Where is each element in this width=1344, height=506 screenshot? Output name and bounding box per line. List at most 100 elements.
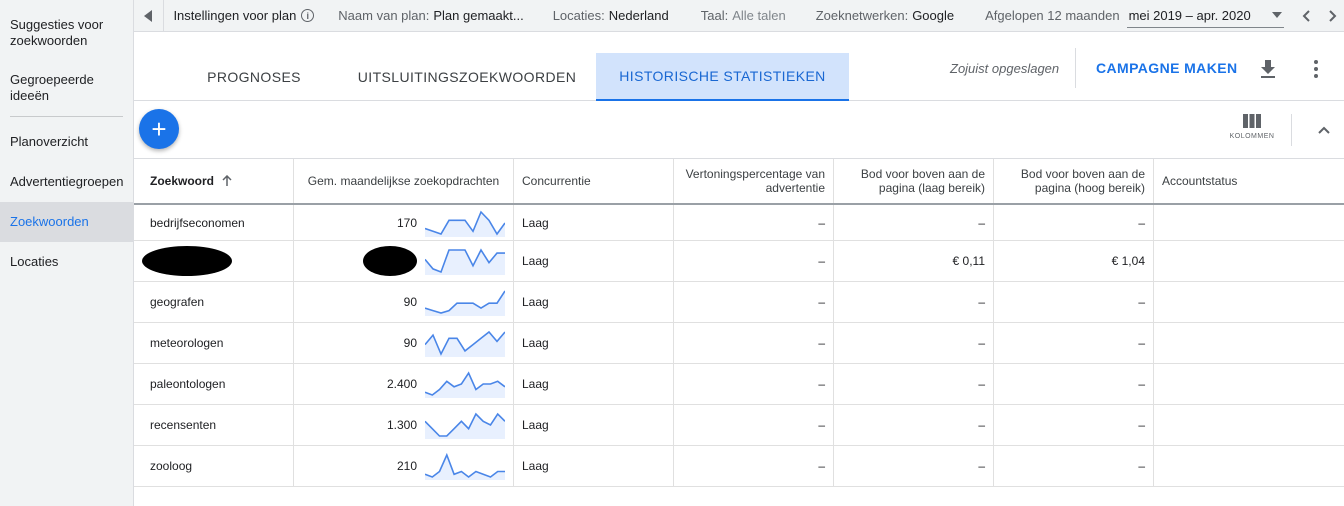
sidebar-item-label: Locaties xyxy=(10,254,59,269)
networks-setting[interactable]: Zoeknetwerken: Google xyxy=(816,8,954,23)
sidebar-item-label: Advertentiegroepen xyxy=(10,174,124,189)
sidebar-item-planoverzicht[interactable]: Planoverzicht xyxy=(0,117,133,162)
tab-label: HISTORISCHE STATISTIEKEN xyxy=(619,68,826,84)
column-header-account-status[interactable]: Accountstatus xyxy=(1154,159,1344,203)
keyword-cell: paleontologen xyxy=(134,364,294,404)
bid-low-value: – xyxy=(978,295,985,309)
networks-label: Zoeknetwerken: xyxy=(815,8,909,23)
sidebar-item-locaties[interactable]: Locaties xyxy=(0,242,133,282)
bid-high-value: – xyxy=(1138,295,1145,309)
competition-value: Laag xyxy=(522,295,549,309)
column-header-bid-high[interactable]: Bod voor boven aan de pagina (hoog berei… xyxy=(994,159,1154,203)
competition-value: Laag xyxy=(522,336,549,350)
bid-low-cell: – xyxy=(834,323,994,363)
searches-value: 90 xyxy=(403,336,417,350)
searches-cell: 90 xyxy=(294,282,514,322)
competition-cell: Laag xyxy=(514,446,674,486)
table-row[interactable]: recensenten 1.300 Laag – – – xyxy=(134,405,1344,446)
bid-low-cell: – xyxy=(834,446,994,486)
bid-low-cell: – xyxy=(834,282,994,322)
column-header-impression-share[interactable]: Vertoningspercentage van advertentie xyxy=(674,159,834,203)
download-icon xyxy=(1261,60,1275,78)
tab-prognoses[interactable]: PROGNOSES xyxy=(178,53,330,101)
add-keyword-button[interactable]: + xyxy=(139,109,179,149)
dropdown-arrow-icon xyxy=(1272,12,1283,18)
bid-high-cell: € 1,04 xyxy=(994,241,1154,281)
download-button[interactable] xyxy=(1256,57,1280,81)
tab-uitsluitingszoekwoorden[interactable]: UITSLUITINGSZOEKWOORDEN xyxy=(340,53,594,101)
table-row[interactable]: geografen 90 Laag – – – xyxy=(134,282,1344,323)
account-status-cell xyxy=(1154,205,1344,240)
language-label: Taal: xyxy=(700,8,729,23)
networks-value: Google xyxy=(912,8,955,23)
plan-name-setting[interactable]: Naam van plan: Plan gemaakt... xyxy=(338,8,523,23)
bid-low-value: – xyxy=(978,215,985,230)
table-row[interactable]: paleontologen 2.400 Laag – – – xyxy=(134,364,1344,405)
bid-high-value: – xyxy=(1138,377,1145,391)
triangle-left-icon xyxy=(143,9,152,22)
create-campaign-button[interactable]: CAMPAGNE MAKEN xyxy=(1096,60,1237,76)
bid-high-cell: – xyxy=(994,323,1154,363)
collapse-button[interactable] xyxy=(1312,118,1336,142)
more-options-button[interactable] xyxy=(1304,57,1328,81)
trend-sparkline xyxy=(425,371,505,398)
previous-period-button[interactable] xyxy=(1294,9,1317,22)
keyword-stats-table: Zoekwoord Gem. maandelijkse zoekopdracht… xyxy=(134,158,1344,487)
columns-label: KOLOMMEN xyxy=(1229,133,1275,140)
sidebar-item-advertentiegroepen[interactable]: Advertentiegroepen xyxy=(0,162,133,202)
competition-cell: Laag xyxy=(514,364,674,404)
table-row[interactable]: zooloog 210 Laag – – – xyxy=(134,446,1344,487)
bid-high-value: € 1,04 xyxy=(1111,254,1145,268)
header-divider xyxy=(1075,48,1076,88)
column-header-keyword[interactable]: Zoekwoord xyxy=(134,159,294,203)
bid-high-value: – xyxy=(1138,459,1145,473)
sidebar-item-zoekwoorden[interactable]: Zoekwoorden xyxy=(0,202,133,242)
period-setting: Afgelopen 12 maanden xyxy=(985,8,1119,23)
locations-setting[interactable]: Locaties: Nederland xyxy=(553,8,669,23)
plan-settings-bar: Instellingen voor plan i Naam van plan: … xyxy=(134,0,1344,32)
trend-sparkline xyxy=(425,452,505,480)
bid-low-value: € 0,11 xyxy=(952,254,985,268)
bid-high-value: – xyxy=(1138,215,1145,230)
searches-cell xyxy=(294,241,514,281)
bid-low-cell: – xyxy=(834,205,994,240)
tab-label: PROGNOSES xyxy=(207,69,301,85)
column-header-competition[interactable]: Concurrentie xyxy=(514,159,674,203)
bid-high-cell: – xyxy=(994,446,1154,486)
language-setting[interactable]: Taal: Alle talen xyxy=(701,8,786,23)
searches-value: 2.400 xyxy=(386,377,417,391)
tab-historische-statistieken[interactable]: HISTORISCHE STATISTIEKEN xyxy=(596,53,849,101)
column-header-label: Bod voor boven aan de pagina (hoog berei… xyxy=(1020,167,1145,195)
date-range-select[interactable]: mei 2019 – apr. 2020 xyxy=(1126,4,1285,28)
impression-share-cell: – xyxy=(674,282,834,322)
bid-high-value: – xyxy=(1138,336,1145,350)
bid-high-cell: – xyxy=(994,364,1154,404)
plan-settings[interactable]: Instellingen voor plan i xyxy=(173,8,315,23)
table-row[interactable]: Laag – € 0,11 € 1,04 xyxy=(134,241,1344,282)
account-status-cell xyxy=(1154,405,1344,445)
sidebar-item-gegroepeerde-ideeen[interactable]: Gegroepeerde ideeën xyxy=(0,64,133,116)
info-icon[interactable]: i xyxy=(301,9,315,22)
plan-name-value: Plan gemaakt... xyxy=(433,8,524,23)
toolbar-divider xyxy=(1291,114,1292,146)
sparkline-area xyxy=(425,373,505,398)
keyword-cell: bedrijfseconomen xyxy=(134,205,294,240)
plan-name-label: Naam van plan: xyxy=(338,8,430,23)
sidebar: Suggesties voor zoekwoorden Gegroepeerde… xyxy=(0,0,134,506)
tabs-header: PROGNOSES UITSLUITINGSZOEKWOORDEN HISTOR… xyxy=(134,33,1344,101)
column-header-bid-low[interactable]: Bod voor boven aan de pagina (laag berei… xyxy=(834,159,994,203)
sidebar-item-label: Gegroepeerde ideeën xyxy=(10,72,94,103)
column-header-searches[interactable]: Gem. maandelijkse zoekopdrachten xyxy=(294,159,514,203)
sidebar-item-suggesties[interactable]: Suggesties voor zoekwoorden xyxy=(0,0,133,64)
account-status-cell xyxy=(1154,282,1344,322)
column-header-label: Bod voor boven aan de pagina (laag berei… xyxy=(860,167,985,195)
impression-share-value: – xyxy=(818,254,825,268)
table-row[interactable]: meteorologen 90 Laag – – – xyxy=(134,323,1344,364)
next-period-button[interactable] xyxy=(1321,9,1344,22)
columns-button[interactable]: KOLOMMEN xyxy=(1222,114,1282,140)
collapse-sidebar-button[interactable] xyxy=(134,0,165,32)
period-label: Afgelopen 12 maanden xyxy=(985,8,1120,23)
competition-cell: Laag xyxy=(514,205,674,240)
impression-share-cell: – xyxy=(674,323,834,363)
table-row[interactable]: bedrijfseconomen 170 Laag – – – xyxy=(134,205,1344,241)
